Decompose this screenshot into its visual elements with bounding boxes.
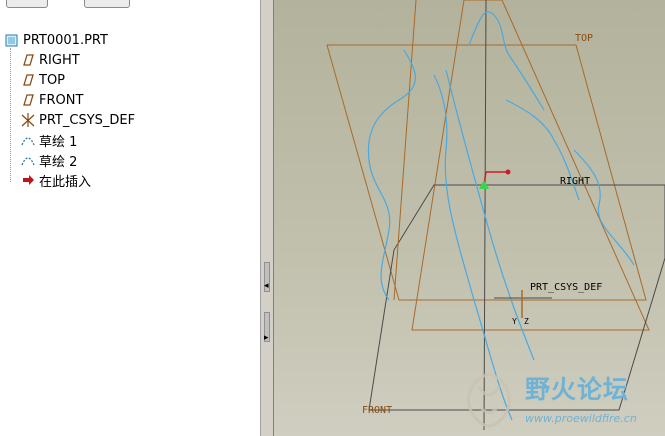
model-tree-panel: PRT0001.PRT RIGHT TOP FRONT PRT_CSYS_DEF	[0, 0, 260, 436]
tree-item-label: TOP	[39, 72, 66, 88]
tree-item-label: 草绘 1	[39, 134, 78, 150]
tree-item-right[interactable]: RIGHT	[2, 50, 260, 70]
model-tree: PRT0001.PRT RIGHT TOP FRONT PRT_CSYS_DEF	[2, 30, 260, 190]
settings-button[interactable]	[84, 0, 130, 8]
front-plane-label: FRONT	[362, 405, 393, 416]
tree-item-sketch-1[interactable]: 草绘 1	[2, 130, 260, 150]
watermark: 野火论坛 www.proewildfire.cn	[455, 368, 660, 432]
top-plane-label: TOP	[575, 33, 594, 44]
tree-item-label: PRT_CSYS_DEF	[39, 112, 136, 128]
tree-item-label: 草绘 2	[39, 154, 78, 170]
sketch-curve-3	[445, 69, 535, 361]
sketch-icon	[20, 132, 36, 148]
tree-item-sketch-2[interactable]: 草绘 2	[2, 150, 260, 170]
watermark-title: 野火论坛	[525, 375, 630, 404]
toolbar-strip	[0, 0, 260, 8]
watermark-url: www.proewildfire.cn	[525, 412, 637, 425]
sketch-curve-5	[573, 149, 635, 266]
show-button[interactable]	[6, 0, 48, 8]
sketch-curve-2	[468, 11, 545, 111]
tree-item-label: FRONT	[39, 92, 84, 108]
tree-item-top[interactable]: TOP	[2, 70, 260, 90]
axis-z-label: Z	[524, 317, 529, 326]
datum-plane-icon	[20, 52, 36, 68]
drag-handle-point[interactable]	[505, 169, 511, 175]
tree-item-insert-here[interactable]: 在此插入	[2, 170, 260, 190]
insert-here-arrow-icon	[20, 172, 36, 188]
tree-connector	[10, 48, 12, 182]
tree-item-csys[interactable]: PRT_CSYS_DEF	[2, 110, 260, 130]
part-icon	[4, 32, 20, 48]
collapse-left-icon[interactable]: ◂	[264, 281, 269, 291]
sketch-icon	[20, 152, 36, 168]
datum-plane-icon	[20, 72, 36, 88]
right-plane	[411, 0, 650, 331]
expand-right-icon[interactable]: ▸	[264, 333, 269, 343]
tree-root-label: PRT0001.PRT	[23, 32, 108, 48]
axis-y-label: Y	[512, 317, 517, 326]
tree-item-label: RIGHT	[39, 52, 80, 68]
tree-item-label: 在此插入	[39, 174, 92, 190]
tree-item-front[interactable]: FRONT	[2, 90, 260, 110]
panel-splitter[interactable]: ◂ ▸	[260, 0, 274, 436]
tree-root-item[interactable]: PRT0001.PRT	[2, 30, 260, 50]
coordinate-system-icon	[20, 112, 36, 128]
csys-label: PRT_CSYS_DEF	[530, 282, 603, 293]
datum-plane-icon	[20, 92, 36, 108]
right-plane-label: RIGHT	[560, 176, 591, 187]
watermark-logo-icon	[467, 372, 511, 428]
